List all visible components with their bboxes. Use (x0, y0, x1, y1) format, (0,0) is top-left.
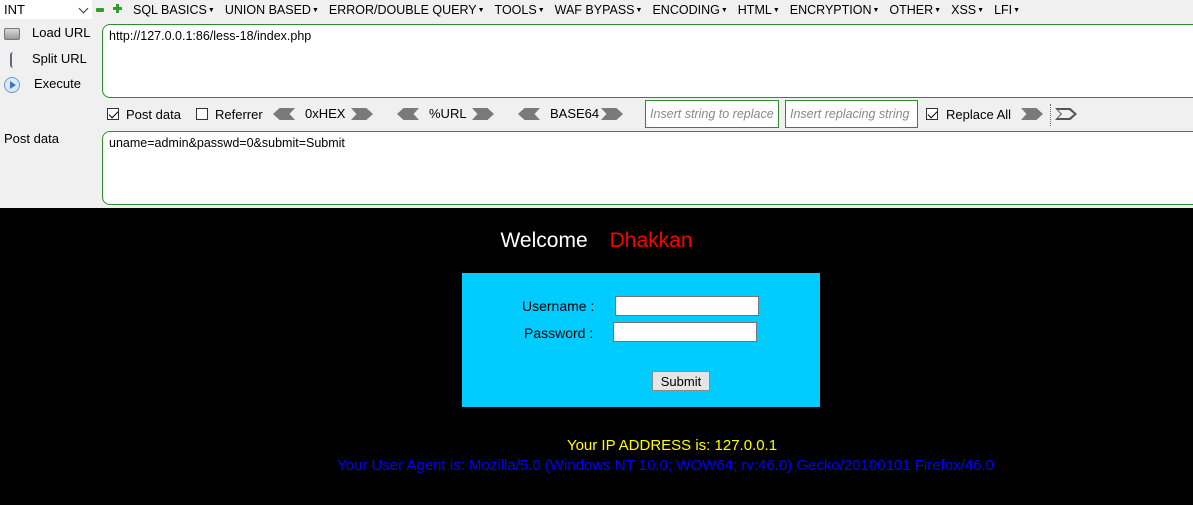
base64-label: BASE64 (550, 106, 600, 121)
menu-union-based[interactable]: UNION BASED▼ (225, 3, 319, 17)
hex-label: 0xHEX (305, 106, 346, 121)
replace-arrow-icon[interactable] (1021, 108, 1043, 120)
menu-label: XSS (951, 3, 977, 17)
execute-button[interactable]: Execute (2, 75, 98, 95)
submit-label: Submit (660, 374, 702, 389)
post-data-checkbox[interactable] (107, 108, 119, 120)
menu-xss[interactable]: XSS▼ (951, 3, 984, 17)
menu-sql-basics[interactable]: SQL BASICS▼ (133, 3, 215, 17)
menu-label: WAF BYPASS (554, 3, 635, 17)
dropdown-arrow-icon: ▼ (477, 7, 485, 14)
menu-error-double-query[interactable]: ERROR/DOUBLE QUERY▼ (329, 3, 485, 17)
post-data-label: Post data (126, 107, 181, 122)
insert-string-placeholder: Insert string to replace (650, 107, 774, 121)
split-url-button[interactable]: Split URL (2, 50, 98, 70)
replace-next-arrow-icon[interactable] (1055, 108, 1077, 120)
menu-label: SQL BASICS (133, 3, 207, 17)
dropdown-arrow-icon: ▼ (872, 7, 880, 14)
hackbar-menubar: SQL BASICS▼ UNION BASED▼ ERROR/DOUBLE QU… (133, 3, 1030, 17)
welcome-name: Dhakkan (609, 229, 693, 252)
base64-encode-arrow-icon[interactable] (601, 108, 623, 120)
replace-all-checkbox[interactable] (926, 108, 938, 120)
type-select-value: INT (4, 2, 25, 17)
play-icon (4, 77, 20, 93)
minus-icon[interactable] (96, 8, 104, 12)
load-url-icon (4, 28, 20, 40)
hex-encode-arrow-icon[interactable] (351, 108, 373, 120)
username-label: Username : (522, 298, 595, 314)
menu-lfi[interactable]: LFI▼ (994, 3, 1020, 17)
dropdown-arrow-icon: ▼ (1013, 7, 1021, 14)
hex-decode-arrow-icon[interactable] (273, 108, 295, 120)
dropdown-arrow-icon: ▼ (720, 7, 728, 14)
execute-label: Execute (34, 76, 81, 91)
menu-other[interactable]: OTHER▼ (889, 3, 941, 17)
insert-string-input[interactable]: Insert string to replace (645, 100, 779, 128)
load-url-button[interactable]: Load URL (2, 24, 98, 44)
app-window: INT SQL BASICS▼ UNION BASED▼ ERROR/DOUBL… (0, 0, 1193, 505)
login-form: Username : Password : Submit (462, 273, 820, 407)
menu-encryption[interactable]: ENCRYPTION▼ (790, 3, 880, 17)
menu-label: OTHER (889, 3, 934, 17)
replacing-string-placeholder: Insert replacing string (790, 107, 910, 121)
user-agent-text: Your User Agent is: Mozilla/5.0 (Windows… (337, 457, 994, 474)
replacing-string-input[interactable]: Insert replacing string (785, 100, 918, 128)
dropdown-arrow-icon: ▼ (635, 7, 643, 14)
plus-icon[interactable] (113, 4, 122, 13)
post-data-value: uname=admin&passwd=0&submit=Submit (109, 136, 345, 150)
dropdown-arrow-icon: ▼ (537, 7, 545, 14)
referrer-checkbox[interactable] (196, 108, 208, 120)
url-encode-label: %URL (429, 106, 467, 121)
url-encode-arrow-icon[interactable] (472, 108, 494, 120)
menu-waf-bypass[interactable]: WAF BYPASS▼ (555, 3, 643, 17)
type-select[interactable]: INT (0, 0, 92, 19)
submit-button[interactable]: Submit (652, 371, 710, 391)
replace-all-label: Replace All (946, 107, 1012, 122)
welcome-text: Welcome (500, 229, 588, 252)
chevron-down-icon (78, 3, 89, 14)
menu-label: ERROR/DOUBLE QUERY (328, 3, 477, 17)
menu-label: UNION BASED (224, 3, 311, 17)
url-decode-arrow-icon[interactable] (397, 108, 419, 120)
load-url-label: Load URL (32, 25, 91, 40)
password-label: Password : (524, 325, 594, 341)
split-url-label: Split URL (32, 51, 87, 66)
username-input[interactable] (615, 296, 759, 316)
base64-decode-arrow-icon[interactable] (518, 108, 540, 120)
menu-html[interactable]: HTML▼ (738, 3, 780, 17)
dropdown-arrow-icon: ▼ (934, 7, 942, 14)
password-input[interactable] (613, 322, 757, 342)
ip-address-text: Your IP ADDRESS is: 127.0.0.1 (566, 437, 778, 454)
hackbar-panel: INT SQL BASICS▼ UNION BASED▼ ERROR/DOUBL… (0, 0, 1193, 208)
menu-encoding[interactable]: ENCODING▼ (652, 3, 727, 17)
dropdown-arrow-icon: ▼ (772, 7, 780, 14)
menu-label: ENCRYPTION (789, 3, 872, 17)
menu-label: HTML (737, 3, 772, 17)
toolbar-divider (1050, 104, 1051, 126)
dropdown-arrow-icon: ▼ (977, 7, 985, 14)
post-data-textarea[interactable]: uname=admin&passwd=0&submit=Submit (102, 131, 1193, 205)
menu-label: TOOLS (494, 3, 537, 17)
split-url-icon (10, 52, 16, 68)
referrer-label: Referrer (215, 107, 263, 122)
dropdown-arrow-icon: ▼ (207, 7, 215, 14)
url-value: http://127.0.0.1:86/less-18/index.php (109, 29, 312, 43)
url-textarea[interactable]: http://127.0.0.1:86/less-18/index.php (102, 24, 1193, 98)
welcome-heading: Welcome Dhakkan (0, 229, 1193, 253)
dropdown-arrow-icon: ▼ (311, 7, 319, 14)
post-data-field-label: Post data (4, 131, 59, 146)
menu-label: LFI (994, 3, 1013, 17)
menu-tools[interactable]: TOOLS▼ (495, 3, 545, 17)
menu-label: ENCODING (652, 3, 720, 17)
